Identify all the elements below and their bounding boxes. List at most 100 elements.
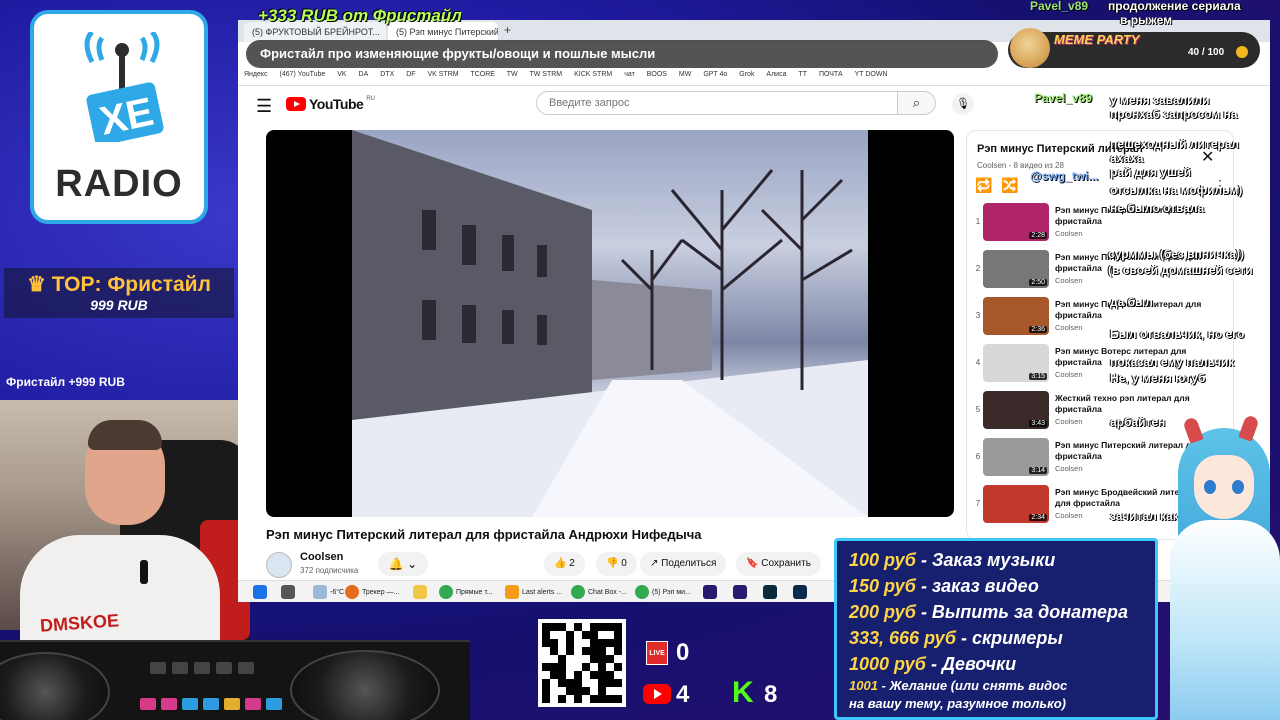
price-item: 150 руб - заказ видео xyxy=(849,576,1039,596)
hamburger-menu-icon[interactable]: ☰ xyxy=(256,96,272,117)
microphone xyxy=(140,560,148,584)
playlist-item-index: 1 xyxy=(975,217,981,226)
top-donor-label: ♛ TOP: Фристайл xyxy=(27,273,211,296)
taskbar-chrome-2[interactable]: Chat Box -... xyxy=(568,583,630,601)
loop-icon[interactable]: 🔁 xyxy=(975,177,992,194)
performance-pads xyxy=(140,698,282,710)
chat-message: продолжение сериала xyxy=(1108,0,1241,13)
channel-name[interactable]: Coolsen xyxy=(300,551,343,563)
subscriber-count: 372 подписчика xyxy=(300,566,359,575)
youtube-icon xyxy=(643,684,671,704)
premiere-icon-2[interactable] xyxy=(730,583,750,601)
file-explorer-icon[interactable] xyxy=(410,583,430,601)
left-jog-wheel xyxy=(0,652,110,720)
voice-search-icon[interactable]: 🎙 xyxy=(952,93,974,115)
kick-icon: K xyxy=(732,676,754,709)
share-button[interactable]: ↗ Поделиться xyxy=(640,552,727,576)
youtube-logo[interactable]: YouTube RU xyxy=(286,96,375,112)
bookmark[interactable]: Grok xyxy=(739,71,754,78)
save-button[interactable]: 🔖 Сохранить xyxy=(736,552,821,576)
playlist-item-index: 3 xyxy=(975,311,981,320)
price-item: 333, 666 руб - скримеры xyxy=(849,628,1063,648)
vk-live-icon: LIVE xyxy=(646,641,668,665)
taskbar-chrome-1[interactable]: Прямые т... xyxy=(436,583,496,601)
search-icon[interactable]: ⌕ xyxy=(898,91,936,115)
radio-antenna-icon: XE xyxy=(84,32,164,142)
bookmark[interactable]: DF xyxy=(406,71,415,78)
streamer-hair xyxy=(88,420,162,450)
bookmark[interactable]: BOOS xyxy=(647,71,667,78)
bookmark[interactable]: MW xyxy=(679,71,691,78)
donation-price-list: 100 руб - Заказ музыки 150 руб - заказ в… xyxy=(834,538,1158,720)
chat-message: рай для ушей xyxy=(1110,165,1192,179)
taskbar-firefox[interactable]: Трекер —... xyxy=(342,583,402,601)
price-item: 200 руб - Выпить за донатера xyxy=(849,602,1128,622)
search-input[interactable]: Введите запрос xyxy=(536,91,898,115)
playlist-item-index: 6 xyxy=(975,452,981,461)
youtube-viewer-count: 4 xyxy=(676,681,690,708)
windows-start-icon[interactable] xyxy=(250,583,270,601)
like-button[interactable]: 👍 2 xyxy=(544,552,585,576)
video-player[interactable] xyxy=(266,130,954,517)
bookmark[interactable]: TW STRM xyxy=(529,71,562,78)
bookmark[interactable]: VK STRM xyxy=(427,71,458,78)
chat-username: @swg_twi... xyxy=(1030,169,1099,183)
audition-icon[interactable] xyxy=(760,583,780,601)
dislike-button[interactable]: 👎 0 xyxy=(596,552,637,576)
right-jog-wheel xyxy=(290,650,440,720)
donation-qr-code xyxy=(538,619,626,707)
chat-message: у меня завалили xyxy=(1110,93,1210,107)
chat-message: пешеходный литерал xyxy=(1110,137,1239,151)
chat-username: Pavel_v89 xyxy=(1030,0,1089,13)
bookmark[interactable]: VK xyxy=(337,71,346,78)
radio-label: RADIO xyxy=(55,163,183,205)
chat-message: пронхаб запросом на xyxy=(1110,107,1238,121)
bookmark[interactable]: DA xyxy=(359,71,369,78)
chat-message: не было отвала xyxy=(1110,201,1205,215)
bookmark[interactable]: ПОЧТА xyxy=(819,71,843,78)
bookmark[interactable]: KICK STRM xyxy=(574,71,612,78)
youtube-play-icon xyxy=(286,97,306,111)
photoshop-icon[interactable] xyxy=(790,583,810,601)
stream-topic: Фристайл про изменяющие фрукты/овощи и п… xyxy=(246,40,998,68)
chat-message: да был xyxy=(1110,295,1153,309)
chat-message: в рыжем xyxy=(1120,13,1173,27)
chat-message: отсылка на мофильм) xyxy=(1110,183,1243,197)
kick-viewer-count: 8 xyxy=(764,681,778,708)
bookmark[interactable]: Алиса xyxy=(766,71,786,78)
task-view-icon[interactable] xyxy=(278,583,298,601)
chat-username: Pavel_v89 xyxy=(1034,91,1093,105)
video-frame xyxy=(352,130,868,517)
bookmark[interactable]: TT xyxy=(798,71,807,78)
chat-message: Не, у меня ютуб xyxy=(1110,371,1206,385)
bookmark[interactable]: (467) YouTube xyxy=(280,71,326,78)
channel-avatar[interactable] xyxy=(266,552,292,578)
vtuber-eye-left xyxy=(1204,480,1216,494)
bookmark[interactable]: чат xyxy=(624,71,635,78)
bookmark[interactable]: GPT 4o xyxy=(703,71,727,78)
mixer-knobs xyxy=(150,662,254,674)
playlist-item-index: 5 xyxy=(975,405,981,414)
notification-bell-button[interactable]: 🔔 ⌄ xyxy=(378,552,428,576)
bookmark[interactable]: TW xyxy=(507,71,518,78)
price-item: 1000 руб - Девочки xyxy=(849,654,1017,674)
shuffle-icon[interactable]: 🔀 xyxy=(1001,177,1018,194)
bookmark[interactable]: YT DOWN xyxy=(855,71,888,78)
taskbar-chrome-3[interactable]: (5) Рэп ми... xyxy=(632,583,694,601)
bookmark[interactable]: DTX xyxy=(380,71,394,78)
chat-message: Был отвальчик, но его xyxy=(1110,327,1245,341)
bookmark[interactable]: TCORE xyxy=(470,71,495,78)
premiere-icon[interactable] xyxy=(700,583,720,601)
price-item-wish-line2: на вашу тему, разумное только) xyxy=(849,696,1066,711)
playlist-item-index: 2 xyxy=(975,264,981,273)
vk-viewer-count: 0 xyxy=(676,639,690,666)
bookmark[interactable]: Яндекс xyxy=(244,71,268,78)
chat-message: показал ему пальчик xyxy=(1110,355,1235,369)
price-item: 100 руб - Заказ музыки xyxy=(849,550,1056,570)
taskbar-donationalerts[interactable]: Last alerts ... xyxy=(502,583,565,601)
chat-message: арбайтен xyxy=(1110,415,1166,429)
top-donor-panel: ♛ TOP: Фристайл 999 RUB xyxy=(4,268,234,318)
vtuber-body xyxy=(1170,520,1280,720)
donation-banner: +333 RUB от Фристайл xyxy=(258,6,462,25)
new-tab-icon[interactable]: + xyxy=(504,23,511,37)
